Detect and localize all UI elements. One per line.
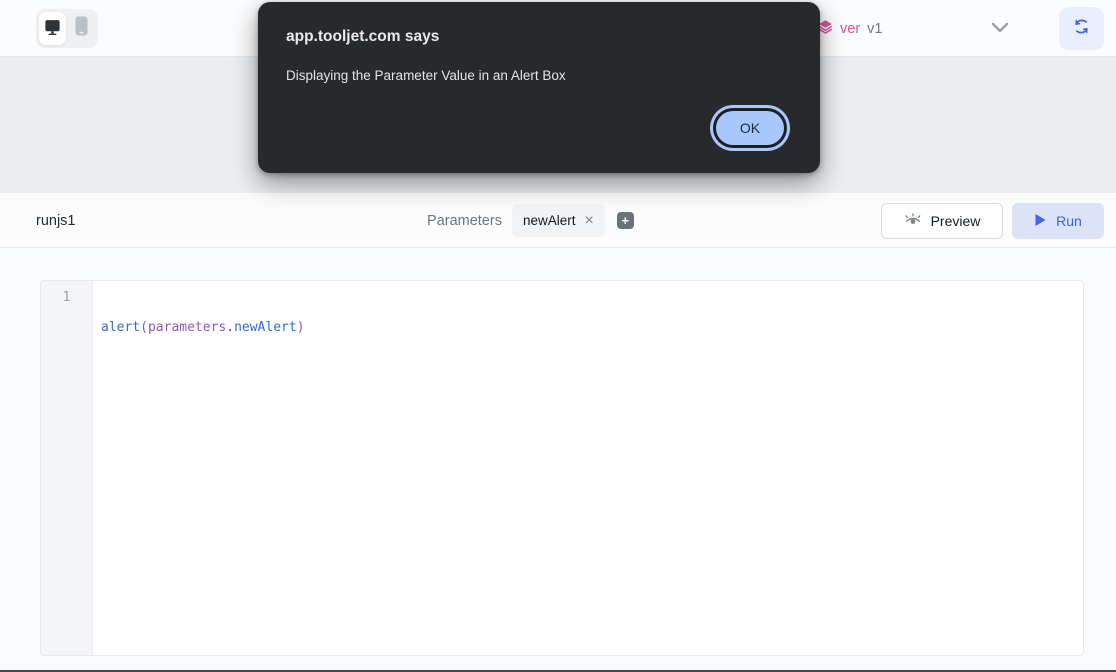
code-token: )	[297, 320, 305, 335]
eye-icon	[904, 212, 922, 231]
remove-parameter-icon[interactable]: ×	[584, 213, 593, 229]
app-window: ver v1 runjs1 Parameters newAlert × +	[0, 0, 1116, 672]
device-layout-toggle[interactable]	[36, 9, 98, 48]
run-button[interactable]: Run	[1012, 203, 1104, 239]
desktop-monitor-icon	[43, 17, 62, 41]
line-number: 1	[41, 290, 92, 305]
query-toolbar: runjs1 Parameters newAlert × + Preview	[0, 193, 1116, 248]
code-content[interactable]: alert(parameters.newAlert)	[93, 281, 1083, 655]
parameter-tag[interactable]: newAlert ×	[512, 204, 605, 237]
parameter-tag-label: newAlert	[523, 213, 576, 228]
code-token: parameters	[148, 320, 226, 335]
code-token: newAlert	[234, 320, 297, 335]
version-selector[interactable]: ver v1	[818, 0, 882, 57]
parameters-label: Parameters	[427, 213, 502, 229]
alert-ok-button[interactable]: OK	[716, 111, 784, 145]
add-parameter-button[interactable]: +	[617, 212, 634, 229]
code-line: alert(parameters.newAlert)	[101, 320, 1083, 335]
query-name: runjs1	[36, 193, 76, 248]
mobile-phone-icon	[74, 16, 89, 41]
version-label: ver	[840, 21, 860, 37]
code-editor[interactable]: 1 alert(parameters.newAlert)	[40, 280, 1084, 656]
refresh-button[interactable]	[1059, 7, 1104, 50]
code-token: (	[140, 320, 148, 335]
alert-message: Displaying the Parameter Value in an Ale…	[286, 68, 792, 83]
version-value: v1	[867, 21, 882, 37]
refresh-icon	[1073, 18, 1090, 40]
layers-icon	[818, 19, 833, 39]
mobile-toggle-button[interactable]	[68, 12, 95, 45]
run-button-label: Run	[1056, 213, 1082, 229]
browser-alert-dialog: app.tooljet.com says Displaying the Para…	[258, 2, 820, 173]
play-icon	[1034, 213, 1047, 230]
desktop-toggle-button[interactable]	[39, 12, 66, 45]
code-token: .	[226, 320, 234, 335]
code-token: alert	[101, 320, 140, 335]
chevron-down-icon[interactable]	[989, 21, 1011, 40]
line-number-gutter: 1	[41, 281, 93, 655]
preview-button[interactable]: Preview	[881, 203, 1003, 239]
parameters-group: Parameters newAlert × +	[427, 193, 634, 248]
preview-button-label: Preview	[931, 213, 981, 229]
alert-title: app.tooljet.com says	[286, 28, 792, 46]
